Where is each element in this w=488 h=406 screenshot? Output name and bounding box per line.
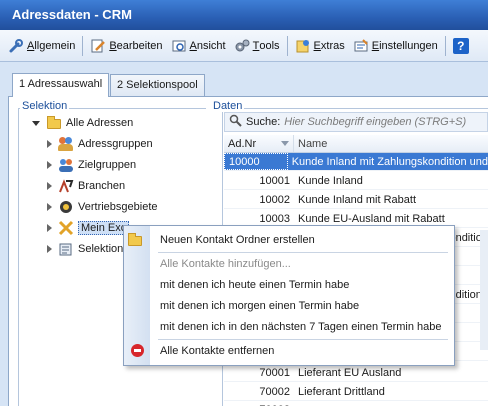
toolbar-divider	[82, 35, 84, 56]
folder-icon	[127, 232, 143, 248]
window-title: Adressdaten - CRM	[0, 0, 488, 30]
expand-arrow-icon[interactable]	[47, 245, 52, 253]
industry-icon	[58, 178, 74, 194]
exchange-icon	[58, 220, 74, 236]
vertical-scrollbar[interactable]	[480, 230, 488, 350]
table-row[interactable]: 70003	[224, 401, 488, 406]
menu-item-termin-heute[interactable]: mit denen ich heute einen Termin habe	[124, 274, 454, 295]
tree-item-mein-exc[interactable]: Mein Exc	[47, 218, 130, 238]
gears-icon	[234, 38, 250, 54]
menu-tools[interactable]: Tools	[230, 34, 284, 58]
selektion-group-label: Selektion	[20, 100, 70, 112]
help-icon: ?	[452, 37, 469, 54]
menu-item-add-all-contacts: Alle Kontakte hinzufügen...	[160, 257, 291, 270]
target-group-icon	[58, 157, 74, 173]
grid-header: Ad.Nr Name	[224, 135, 488, 153]
tab-selektionspool[interactable]: 2 Selektionspool	[110, 74, 205, 96]
menu-ansicht[interactable]: Ansicht	[167, 34, 230, 58]
menu-item-termin-morgen[interactable]: mit denen ich morgen einen Termin habe	[124, 295, 454, 316]
context-menu: Neuen Kontakt Ordner erstellen Alle Kont…	[123, 225, 455, 366]
search-icon	[229, 114, 242, 130]
remove-icon	[130, 344, 144, 357]
sort-desc-icon	[281, 141, 289, 146]
table-row[interactable]: 70001 Lieferant EU Ausland	[224, 364, 488, 382]
toolbar-divider	[444, 35, 446, 56]
menu-item-new-contact-folder[interactable]: Neuen Kontakt Ordner erstellen	[124, 229, 454, 250]
menu-einstellungen[interactable]: Einstellungen	[349, 34, 442, 58]
search-label: Suche:	[246, 116, 281, 128]
menu-extras[interactable]: Extras	[291, 34, 349, 58]
tree-item-selektion[interactable]: Selektion	[47, 239, 123, 259]
menu-item-remove-all-contacts[interactable]: Alle Kontakte entfernen	[124, 340, 454, 361]
table-row[interactable]: 10002 Kunde Inland mit Rabatt	[224, 191, 488, 209]
group-icon	[58, 136, 74, 152]
tree-item-alle-adressen[interactable]: Alle Adressen	[32, 113, 133, 133]
table-row[interactable]: 10000 Kunde Inland mit Zahlungskondition…	[224, 153, 488, 171]
tree-item-zielgruppen[interactable]: Zielgruppen	[47, 155, 136, 175]
menu-allgemein[interactable]: Allgemein	[4, 34, 79, 58]
search-bar[interactable]: Suche: Hier Suchbegriff eingeben (STRG+S…	[224, 112, 488, 132]
toolbar-divider	[286, 35, 288, 56]
help-button[interactable]: ?	[449, 34, 473, 58]
menu-bearbeiten[interactable]: Bearbeiten	[86, 34, 166, 58]
search-input[interactable]: Hier Suchbegriff eingeben (STRG+S)	[284, 116, 466, 128]
open-folder-icon	[46, 115, 62, 131]
tab-adressauswahl[interactable]: 1 Adressauswahl	[12, 73, 110, 97]
tree-item-branchen[interactable]: Branchen	[47, 176, 125, 196]
column-header-name[interactable]: Name	[294, 138, 327, 150]
tab-strip: 1 Adressauswahl 2 Selektionspool	[0, 62, 488, 98]
menu-item-termin-7-tage[interactable]: mit denen ich in den nächsten 7 Tagen ei…	[124, 316, 454, 337]
selection-icon	[58, 241, 74, 257]
tree-item-vertriebsgebiete[interactable]: Vertriebsgebiete	[47, 197, 158, 217]
table-row[interactable]: 10001 Kunde Inland	[224, 172, 488, 190]
view-icon	[171, 38, 187, 54]
edit-icon	[90, 38, 106, 54]
expand-arrow-icon[interactable]	[47, 140, 52, 148]
expand-arrow-icon[interactable]	[47, 224, 52, 232]
expand-arrow-icon[interactable]	[47, 161, 52, 169]
extras-icon	[295, 38, 311, 54]
column-header-adnr[interactable]: Ad.Nr	[224, 135, 294, 152]
wrench-icon	[8, 38, 24, 54]
menu-toolbar: Allgemein Bearbeiten Ansicht Tools Extra…	[0, 30, 488, 62]
expand-arrow-icon[interactable]	[47, 203, 52, 211]
collapse-arrow-icon[interactable]	[32, 120, 40, 126]
tree-item-adressgruppen[interactable]: Adressgruppen	[47, 134, 153, 154]
expand-arrow-icon[interactable]	[47, 182, 52, 190]
region-icon	[58, 199, 74, 215]
settings-icon	[353, 38, 369, 54]
table-row[interactable]: 70002 Lieferant Drittland	[224, 383, 488, 401]
daten-group-label: Daten	[211, 100, 245, 112]
